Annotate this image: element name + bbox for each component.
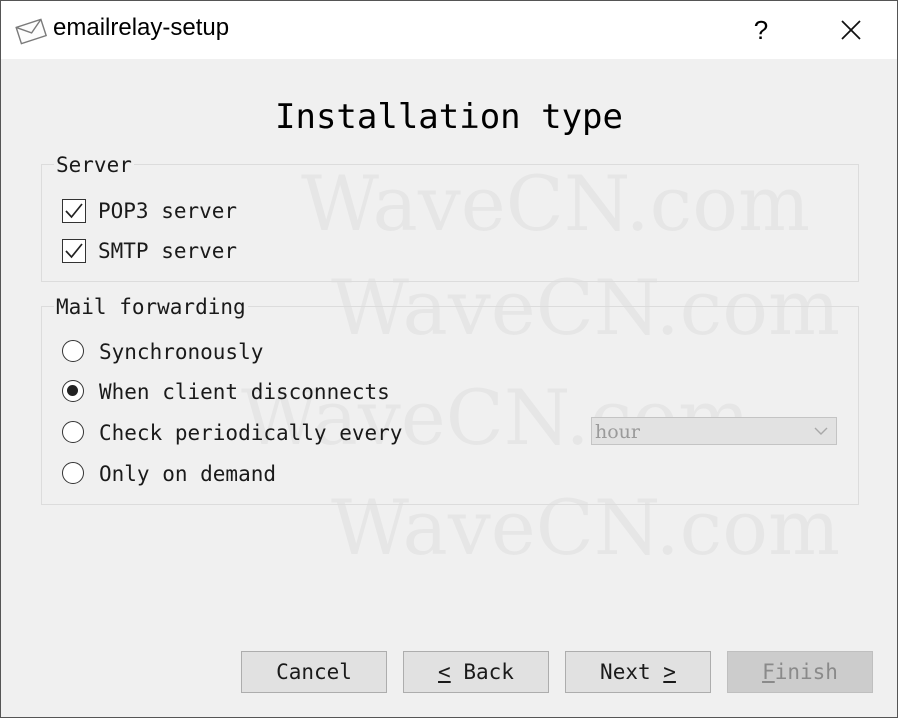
forwarding-group-legend: Mail forwarding bbox=[54, 295, 248, 319]
help-button[interactable]: ? bbox=[739, 9, 783, 51]
when-client-disconnects-label[interactable]: When client disconnects bbox=[99, 380, 390, 404]
smtp-label[interactable]: SMTP server bbox=[98, 239, 237, 263]
only-on-demand-label[interactable]: Only on demand bbox=[99, 462, 276, 486]
radio-when-client-disconnects[interactable] bbox=[62, 380, 84, 402]
next-arrow-icon: > bbox=[663, 660, 676, 684]
next-button[interactable]: Next > bbox=[565, 651, 711, 693]
cancel-button[interactable]: Cancel bbox=[241, 651, 387, 693]
radio-selected-dot bbox=[67, 385, 78, 396]
finish-mnemonic: F bbox=[762, 660, 775, 684]
pop3-checkbox[interactable] bbox=[62, 199, 86, 223]
page-title: Installation type bbox=[275, 97, 623, 137]
checkmark-icon bbox=[65, 243, 83, 259]
synchronously-label[interactable]: Synchronously bbox=[99, 340, 263, 364]
finish-button[interactable]: Finish bbox=[727, 651, 873, 693]
server-group: Server POP3 server SMTP server bbox=[41, 153, 859, 282]
setup-window: emailrelay-setup ? WaveCN.com WaveCN.com… bbox=[0, 0, 898, 718]
forwarding-group: Mail forwarding Synchronously When clien… bbox=[41, 295, 859, 505]
smtp-checkbox[interactable] bbox=[62, 239, 86, 263]
interval-select[interactable]: hour bbox=[591, 417, 837, 445]
checkmark-icon bbox=[65, 203, 83, 219]
close-button[interactable] bbox=[827, 9, 875, 51]
check-periodically-label[interactable]: Check periodically every bbox=[99, 421, 402, 445]
back-arrow-icon: < bbox=[438, 660, 451, 684]
close-icon bbox=[841, 20, 861, 40]
back-button-label: Back bbox=[463, 660, 514, 684]
title-bar: emailrelay-setup ? bbox=[1, 1, 897, 59]
radio-synchronously[interactable] bbox=[62, 340, 84, 362]
pop3-label[interactable]: POP3 server bbox=[98, 199, 237, 223]
radio-only-on-demand[interactable] bbox=[62, 462, 84, 484]
envelope-icon bbox=[15, 18, 47, 45]
window-title: emailrelay-setup bbox=[53, 14, 230, 41]
back-button[interactable]: < Back bbox=[403, 651, 549, 693]
radio-check-periodically[interactable] bbox=[62, 421, 84, 443]
server-group-legend: Server bbox=[54, 153, 134, 177]
chevron-down-icon bbox=[814, 427, 828, 435]
next-button-label: Next bbox=[600, 660, 651, 684]
finish-button-label: inish bbox=[774, 660, 838, 684]
cancel-button-label: Cancel bbox=[276, 660, 352, 684]
interval-select-value: hour bbox=[595, 421, 640, 443]
